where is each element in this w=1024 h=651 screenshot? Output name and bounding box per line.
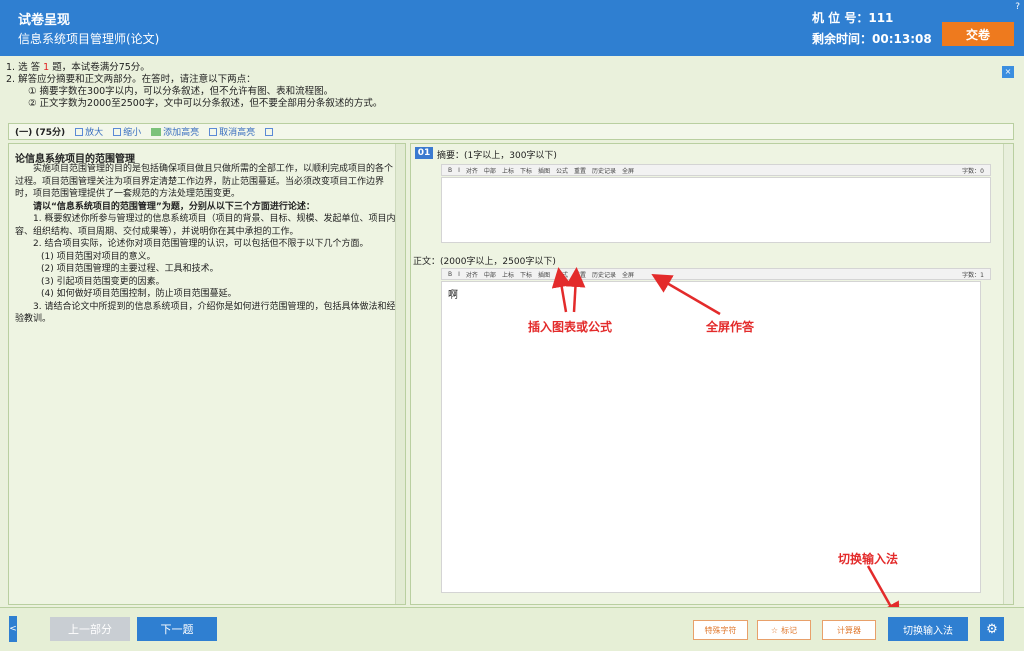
history-button[interactable]: 历史记录 <box>592 270 616 279</box>
question-item-1: 1. 概要叙述你所参与管理过的信息系统项目（项目的背景、目标、规模、发起单位、项… <box>15 214 396 237</box>
highlight-icon <box>151 127 162 136</box>
remaining-time: 剩余时间：00:13:08 <box>812 32 932 46</box>
cancel-highlight-button[interactable]: 取消高亮 <box>209 125 255 138</box>
seat-number: 机 位 号：111 <box>812 11 894 25</box>
gear-icon[interactable]: ⚙ <box>980 617 1004 641</box>
next-question-button[interactable]: 下一题 <box>137 617 217 641</box>
calculator-button[interactable]: 计算器 <box>822 620 876 640</box>
answer-pane: 01 摘要：(1字以上，300字以下) B I 对齐 中部 上标 下标 插图 公… <box>410 143 1014 605</box>
annotation-fullscreen: 全屏作答 <box>706 320 755 334</box>
highlight-button[interactable]: 添加高亮 <box>151 125 199 138</box>
reset-button[interactable]: 重置 <box>574 166 586 175</box>
enlarge-button[interactable]: 放大 <box>75 125 103 138</box>
annotation-insert-chart: 插入图表或公式 <box>528 320 613 334</box>
question-body: 实施项目范围管理的目的是包括确保项目做且只做所需的全部工作，以顺利完成项目的各个… <box>15 163 399 326</box>
center-button[interactable]: 中部 <box>484 166 496 175</box>
zoom-out-icon <box>113 127 122 136</box>
abstract-label: 摘要：(1字以上，300字以下) <box>437 151 557 161</box>
formula-button[interactable]: 公式 <box>556 270 568 279</box>
question-subitem: (3) 引起项目范围变更的因素。 <box>41 276 165 287</box>
question-subitem: (2) 项目范围管理的主要过程、工具和技术。 <box>41 264 219 274</box>
main-text-content: 啊 <box>448 290 458 301</box>
shrink-button[interactable]: 缩小 <box>113 125 141 138</box>
question-item-2: 2. 结合项目实际，论述你对项目范围管理的认识，可以包括但不限于以下几个方面。 <box>33 239 369 249</box>
align-button[interactable]: 对齐 <box>466 270 478 279</box>
bold-button[interactable]: B <box>448 271 452 278</box>
zoom-in-icon <box>75 127 84 136</box>
bold-button[interactable]: B <box>448 167 452 174</box>
question-item-3: 3. 请结合论文中所提到的信息系统项目，介绍你是如何进行范围管理的，包括具体做法… <box>15 301 396 325</box>
superscript-button[interactable]: 上标 <box>502 270 514 279</box>
abstract-word-count: 字数：0 <box>962 167 984 175</box>
align-button[interactable]: 对齐 <box>466 166 478 175</box>
app-title: 试卷呈现 <box>18 13 71 28</box>
star-icon: ☆ <box>770 625 779 635</box>
split-icon <box>265 127 274 136</box>
question-pane: 论信息系统项目的范围管理 实施项目范围管理的目的是包括确保项目做且只做所需的全部… <box>8 143 406 605</box>
question-subitem: (1) 项目范围对项目的意义。 <box>41 251 156 262</box>
cancel-highlight-icon <box>209 127 218 136</box>
previous-part-button[interactable]: 上一部分 <box>50 617 130 641</box>
split-view-button[interactable] <box>265 127 274 136</box>
annotation-switch-ime: 切换输入法 <box>838 552 899 566</box>
fullscreen-button[interactable]: 全屏 <box>622 166 634 175</box>
formula-button[interactable]: 公式 <box>556 166 568 175</box>
special-characters-button[interactable]: 特殊字符 <box>693 620 748 640</box>
insert-image-button[interactable]: 插图 <box>538 270 550 279</box>
question-paragraph: 实施项目范围管理的目的是包括确保项目做且只做所需的全部工作，以顺利完成项目的各个… <box>15 164 394 199</box>
question-number-badge: 01 <box>415 147 433 159</box>
superscript-button[interactable]: 上标 <box>502 166 514 175</box>
instruction-line-2: 2. 解答应分摘要和正文两部分。在答时，请注意以下两点： <box>6 74 256 85</box>
exam-instructions: 1. 选 答 1 题，本试卷满分75分。 2. 解答应分摘要和正文两部分。在答时… <box>6 62 996 114</box>
instruction-line-4: ② 正文字数为2000至2500字，文中可以分条叙述，但不要全部用分条叙述的方式… <box>28 98 383 109</box>
history-button[interactable]: 历史记录 <box>592 166 616 175</box>
question-subitem: (4) 如何做好项目范围控制，防止项目范围蔓延。 <box>41 289 237 299</box>
switch-ime-button[interactable]: 切换输入法 <box>888 617 968 641</box>
fullscreen-button[interactable]: 全屏 <box>622 270 634 279</box>
main-word-count: 字数：1 <box>962 271 984 279</box>
question-scrollbar[interactable] <box>395 144 405 604</box>
reset-button[interactable]: 重置 <box>574 270 586 279</box>
answer-scrollbar[interactable] <box>1003 144 1013 604</box>
subscript-button[interactable]: 下标 <box>520 166 532 175</box>
subscript-button[interactable]: 下标 <box>520 270 532 279</box>
mark-button[interactable]: ☆ 标记 <box>757 620 811 640</box>
main-editor-toolbar: B I 对齐 中部 上标 下标 插图 公式 重置 历史记录 全屏 字数：1 <box>441 268 991 280</box>
section-toolbar: (一) (75分) 放大 缩小 添加高亮 取消高亮 <box>8 123 1014 140</box>
instruction-line-3: ① 摘要字数在300字以内，可以分条叙述，但不允许有图、表和流程图。 <box>28 86 334 97</box>
insert-image-button[interactable]: 插图 <box>538 166 550 175</box>
question-prompt: 请以“信息系统项目的范围管理”为题，分别从以下三个方面进行论述： <box>33 201 315 212</box>
italic-button[interactable]: I <box>458 167 460 174</box>
collapse-left-tab[interactable]: < <box>9 616 17 642</box>
section-label: (一) (75分) <box>15 128 66 138</box>
instruction-line-1: 1. 选 答 1 题，本试卷满分75分。 <box>6 62 150 73</box>
main-text-label: 正文：(2000字以上，2500字以下) <box>413 257 556 267</box>
footer-bar: < 上一部分 下一题 特殊字符 ☆ 标记 计算器 切换输入法 ⚙ <box>0 607 1024 651</box>
abstract-input[interactable] <box>441 177 991 243</box>
abstract-editor-toolbar: B I 对齐 中部 上标 下标 插图 公式 重置 历史记录 全屏 字数：0 <box>441 164 991 176</box>
exam-header: 试卷呈现 信息系统项目管理师(论文) 机 位 号：111 剩余时间：00:13:… <box>0 0 1024 56</box>
submit-exam-button[interactable]: 交卷 <box>942 22 1014 46</box>
center-button[interactable]: 中部 <box>484 270 496 279</box>
italic-button[interactable]: I <box>458 271 460 278</box>
help-icon[interactable]: ? <box>1015 2 1020 12</box>
collapse-instructions-icon[interactable]: × <box>1002 66 1014 78</box>
exam-subtitle: 信息系统项目管理师(论文) <box>18 32 160 46</box>
